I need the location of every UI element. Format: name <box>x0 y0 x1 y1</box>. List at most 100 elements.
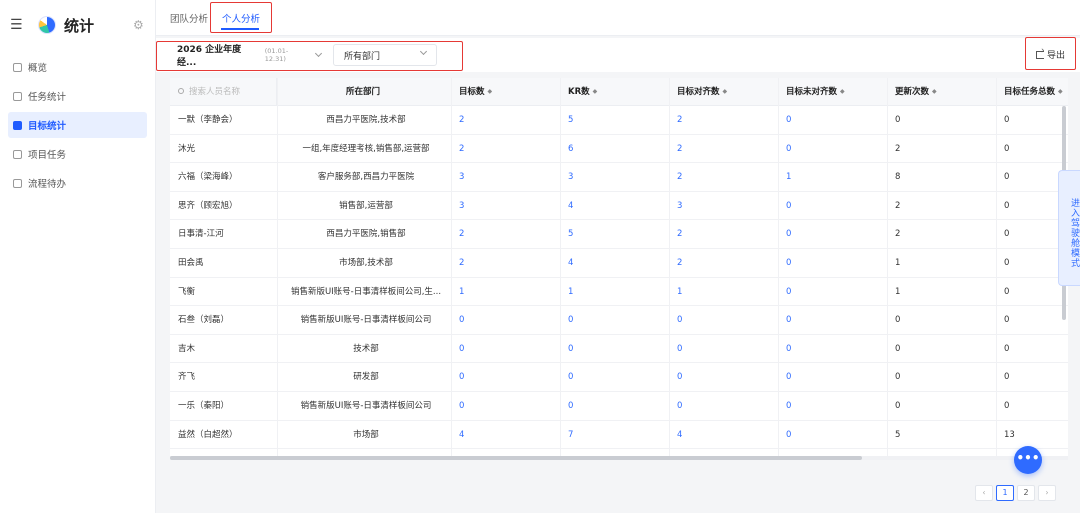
cell-unaligned-count[interactable]: 0 <box>786 135 791 164</box>
menu-icon[interactable]: ☰ <box>10 17 26 33</box>
cell-kr-count[interactable]: 7 <box>568 421 573 450</box>
cell-unaligned-count[interactable]: 0 <box>786 220 791 249</box>
period-select-value: 2026 企业年度经... <box>177 45 242 68</box>
col-header-kr[interactable]: KR数 ◆ <box>568 78 597 106</box>
member-search-input[interactable]: 搜索人员名称 <box>170 78 277 106</box>
cell-kr-count[interactable]: 4 <box>568 249 573 278</box>
cell-unaligned-count[interactable]: 0 <box>786 363 791 392</box>
col-header-tasks[interactable]: 目标任务总数 ◆ <box>1004 78 1063 106</box>
cell-member-name: 一默（李静会） <box>178 115 238 125</box>
cell-kr-count[interactable]: 5 <box>568 106 573 135</box>
col-header-department: 所在部门 <box>346 87 381 97</box>
table-row: 一乐（秦阳） 销售新版UI账号-日事清样板间公司 0 0 0 0 0 0 <box>170 392 1068 421</box>
cell-kr-count[interactable]: 1 <box>568 278 573 307</box>
cell-aligned-count[interactable]: 2 <box>677 135 682 164</box>
driving-mode-tab[interactable]: 进入驾驶舱模式 <box>1058 170 1080 286</box>
sidebar-item-label: 项目任务 <box>28 150 67 161</box>
cell-aligned-count[interactable]: 2 <box>677 163 682 192</box>
cell-unaligned-count[interactable]: 0 <box>786 249 791 278</box>
cell-goal-count[interactable]: 2 <box>459 249 464 278</box>
tab-personal-analysis[interactable]: 个人分析 <box>222 11 260 25</box>
more-actions-button[interactable]: ••• <box>1014 446 1042 474</box>
cell-update-count: 1 <box>895 258 901 268</box>
cell-unaligned-count[interactable]: 1 <box>786 163 791 192</box>
cell-goal-count[interactable]: 3 <box>459 192 464 221</box>
cell-goal-count[interactable]: 2 <box>459 106 464 135</box>
cell-aligned-count[interactable]: 0 <box>677 335 682 364</box>
cell-unaligned-count[interactable]: 0 <box>786 106 791 135</box>
tab-team-analysis[interactable]: 团队分析 <box>170 11 208 25</box>
cell-unaligned-count[interactable]: 0 <box>786 278 791 307</box>
cell-aligned-count[interactable]: 0 <box>677 363 682 392</box>
cell-kr-count[interactable]: 3 <box>568 163 573 192</box>
app-logo-icon <box>38 16 56 34</box>
cell-task-count: 0 <box>1004 343 1010 354</box>
cell-unaligned-count[interactable]: 0 <box>786 306 791 335</box>
cell-unaligned-count[interactable]: 0 <box>786 335 791 364</box>
col-header-updates[interactable]: 更新次数 ◆ <box>895 78 937 106</box>
settings-gear-icon[interactable]: ⚙ <box>133 18 144 32</box>
period-select[interactable]: 2026 企业年度经... (01.01-12.31) <box>171 45 323 68</box>
cell-unaligned-count[interactable]: 0 <box>786 421 791 450</box>
cell-aligned-count[interactable]: 1 <box>677 278 682 307</box>
cell-department: 销售新版UI账号-日事清样板间公司 <box>300 401 432 411</box>
cell-department: 市场部 <box>353 429 379 440</box>
sidebar-item[interactable]: 目标统计 <box>8 112 147 138</box>
cell-task-count: 0 <box>1004 315 1010 326</box>
department-select-value: 所有部门 <box>344 51 381 62</box>
col-header-unaligned[interactable]: 目标未对齐数 ◆ <box>786 78 845 106</box>
cell-department: 西昌力平医院,销售部 <box>326 229 406 240</box>
cell-goal-count[interactable]: 2 <box>459 135 464 164</box>
cell-kr-count[interactable]: 5 <box>568 220 573 249</box>
sidebar-item[interactable]: 项目任务 <box>8 141 147 167</box>
cell-update-count: 2 <box>895 229 901 240</box>
sidebar-item[interactable]: 概览 <box>8 54 147 80</box>
cell-goal-count[interactable]: 2 <box>459 220 464 249</box>
cell-goal-count[interactable]: 0 <box>459 363 464 392</box>
cell-aligned-count[interactable]: 2 <box>677 106 682 135</box>
cell-aligned-count[interactable]: 0 <box>677 306 682 335</box>
department-select[interactable]: 所有部门 <box>333 44 437 66</box>
cell-goal-count[interactable]: 0 <box>459 392 464 421</box>
cell-aligned-count[interactable]: 0 <box>677 392 682 421</box>
cell-kr-count[interactable]: 6 <box>568 135 573 164</box>
cell-member-name: 吉木 <box>178 343 196 354</box>
cell-member-name: 思齐（顾宏旭） <box>178 200 238 211</box>
cell-aligned-count[interactable]: 4 <box>677 421 682 450</box>
cell-goal-count[interactable]: 3 <box>459 163 464 192</box>
cell-goal-count[interactable]: 0 <box>459 306 464 335</box>
cell-goal-count[interactable]: 0 <box>459 335 464 364</box>
table-row: 田会禹 市场部,技术部 2 4 2 0 1 0 <box>170 249 1068 278</box>
cell-task-count: 0 <box>1004 401 1010 411</box>
cell-unaligned-count[interactable]: 0 <box>786 392 791 421</box>
sidebar-item[interactable]: 流程待办 <box>8 170 147 196</box>
cell-aligned-count[interactable]: 2 <box>677 249 682 278</box>
sidebar-item[interactable]: 任务统计 <box>8 83 147 109</box>
col-header-kr-label: KR数 <box>568 87 590 97</box>
horizontal-scrollbar[interactable] <box>170 456 1068 460</box>
cell-kr-count[interactable]: 0 <box>568 306 573 335</box>
cell-aligned-count[interactable]: 2 <box>677 220 682 249</box>
next-page-button[interactable]: › <box>1038 485 1056 501</box>
stats-table: 搜索人员名称 所在部门 目标数 ◆ KR数 ◆ 目标对齐数 ◆ 目标未对齐数 ◆ 更新次… <box>170 78 1068 456</box>
cell-goal-count[interactable]: 4 <box>459 421 464 450</box>
cell-kr-count[interactable]: 4 <box>568 192 573 221</box>
cell-department: 研发部 <box>353 372 379 383</box>
sort-icon: ◆ <box>487 88 493 95</box>
horizontal-scrollbar-thumb[interactable] <box>170 456 862 460</box>
prev-page-button[interactable]: ‹ <box>975 485 993 501</box>
cell-aligned-count[interactable]: 3 <box>677 192 682 221</box>
app-title: 统计 <box>64 16 95 35</box>
cell-task-count: 0 <box>1004 200 1010 211</box>
cell-kr-count[interactable]: 0 <box>568 363 573 392</box>
cell-unaligned-count[interactable]: 0 <box>786 192 791 221</box>
page-button-1[interactable]: 1 <box>996 485 1014 501</box>
cell-kr-count[interactable]: 0 <box>568 335 573 364</box>
cell-goal-count[interactable]: 1 <box>459 278 464 307</box>
page-button-2[interactable]: 2 <box>1017 485 1035 501</box>
export-button[interactable]: 导出 <box>1036 46 1065 61</box>
col-header-aligned[interactable]: 目标对齐数 ◆ <box>677 78 727 106</box>
cell-task-count: 0 <box>1004 229 1010 240</box>
cell-kr-count[interactable]: 0 <box>568 392 573 421</box>
col-header-goals[interactable]: 目标数 ◆ <box>459 78 492 106</box>
